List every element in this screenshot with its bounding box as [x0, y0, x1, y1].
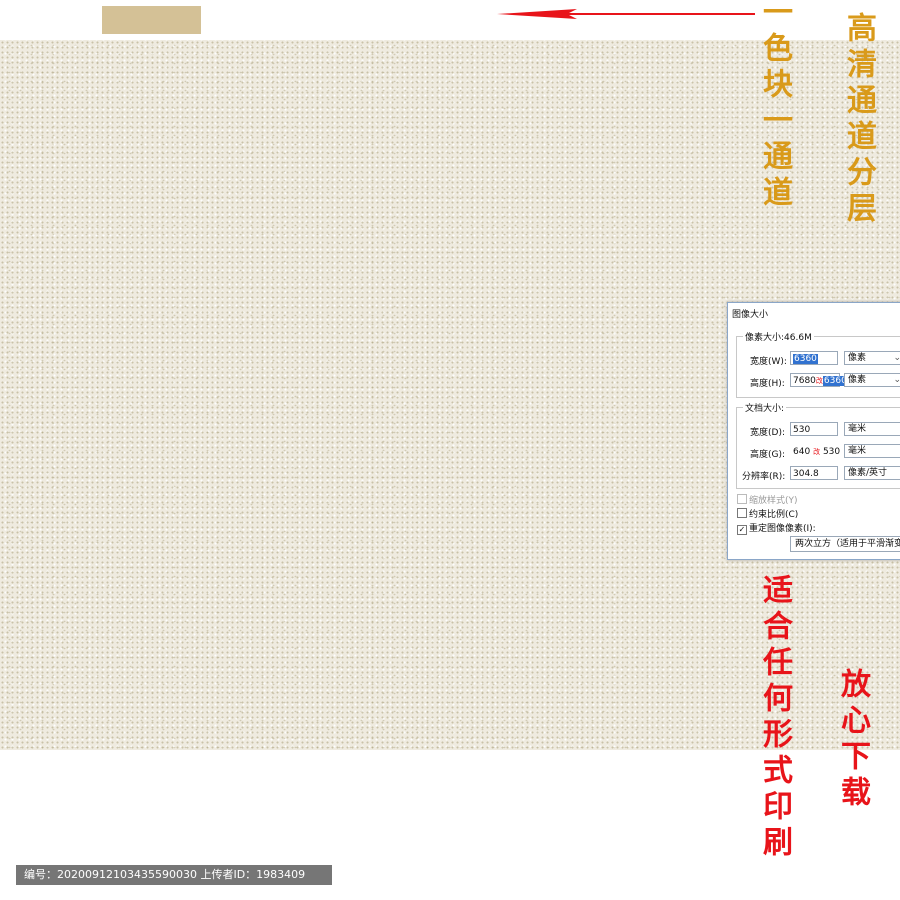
resolution-label: 分辨率(R):: [742, 472, 786, 482]
height-input[interactable]: 7680改6360: [790, 373, 848, 387]
doc-width-input[interactable]: 530: [790, 422, 838, 436]
width-label: 宽度(W):: [750, 357, 787, 367]
caption-one-color-one-channel: 一色块一通道: [757, 0, 792, 212]
width-input[interactable]: 6360: [790, 351, 838, 365]
doc-width-label: 宽度(D):: [750, 428, 785, 438]
constrain-proportions-checkbox[interactable]: 约束比例(C): [737, 507, 798, 520]
resolution-input[interactable]: 304.8: [790, 466, 838, 480]
doc-height-input[interactable]: 640 改 530: [790, 444, 840, 458]
watermark-bar: 编号：20200912103435590030 上传者ID：1983409: [16, 865, 332, 885]
color-swatch: [102, 6, 201, 34]
caption-any-print: 适合任何形式印刷: [757, 574, 792, 862]
doc-size-label: 文档大小:: [743, 401, 787, 414]
resolution-unit-select[interactable]: 像素/英寸: [844, 466, 900, 480]
doc-width-unit-select[interactable]: 毫米: [844, 422, 900, 436]
height-unit-select[interactable]: 像素 ⌄: [844, 373, 900, 387]
arrow-left-icon: [497, 9, 755, 19]
check-icon: ✓: [737, 525, 747, 535]
chevron-down-icon: ⌄: [893, 353, 900, 363]
height-label: 高度(H):: [750, 379, 785, 389]
caption-download-safe: 放心下载: [835, 668, 870, 812]
width-unit-select[interactable]: 像素 ⌄: [844, 351, 900, 365]
resample-image-checkbox[interactable]: ✓ 重定图像像素(I):: [737, 521, 816, 535]
doc-height-unit-select[interactable]: 毫米: [844, 444, 900, 458]
chevron-down-icon: ⌄: [893, 375, 900, 385]
doc-height-label: 高度(G):: [750, 450, 786, 460]
dialog-title: 图像大小: [732, 310, 769, 320]
caption-hd-channel-layers: 高清通道分层: [841, 12, 876, 228]
pixel-size-label: 像素大小:46.6M: [743, 330, 814, 343]
image-size-dialog: 图像大小 像素大小:46.6M 宽度(W): 6360 像素 ⌄ 高度(H): 7…: [727, 302, 900, 560]
scale-styles-checkbox[interactable]: 缩放样式(Y): [737, 493, 798, 506]
resample-method-select[interactable]: 两次立方（适用于平滑渐变: [790, 536, 900, 552]
